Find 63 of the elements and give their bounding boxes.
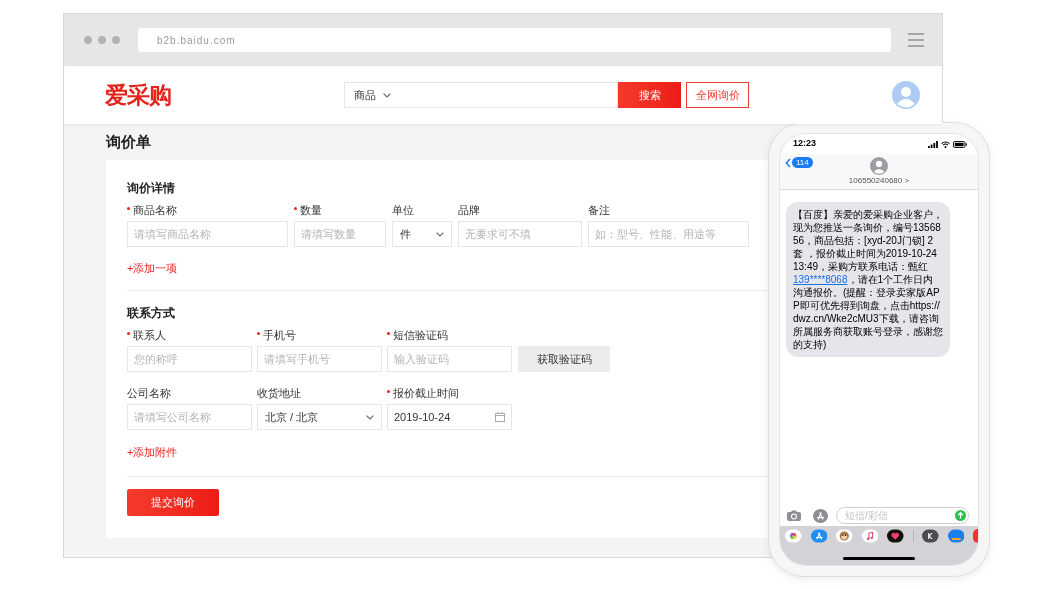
- add-link[interactable]: +添加一项: [127, 261, 178, 275]
- address-bar[interactable]: b2b.baidu.com: [138, 28, 891, 52]
- message-bubble: 【百度】亲爱的爱采购企业客户，现为您推送一条询价，编号1356856，商品包括：[xyd-20J门锁] 2套 ，报价截止时间为2019-10-24 13:49，采购方联系电话：甄红 139****8068，请在1个工作日内沟通报价。(提醒：登录卖家版APP即可优先得到询盘，点击https://dwz.cn/Wke2cMU3下载，请咨询所属服务商获取账号登录，感谢您的支持): [786, 202, 950, 357]
- category-dropdown[interactable]: 商品: [354, 86, 391, 104]
- chevron-down-icon: [366, 414, 374, 420]
- text-input[interactable]: 无要求可不填: [458, 221, 582, 247]
- page-title: 询价单: [106, 131, 151, 152]
- monkey-emoji-icon[interactable]: [836, 529, 853, 543]
- contact-avatar-icon: [870, 157, 888, 175]
- field-label: 联系人: [133, 328, 166, 343]
- status-time: 12:23: [793, 137, 817, 151]
- select-field[interactable]: 件: [392, 221, 452, 247]
- avatar-icon[interactable]: [892, 81, 920, 109]
- calendar-icon[interactable]: [495, 412, 505, 422]
- field-label: 短信验证码: [393, 328, 448, 343]
- back-button[interactable]: 114: [785, 157, 813, 168]
- section-title: 询价详情: [127, 180, 175, 196]
- field-label: 数量: [300, 203, 322, 218]
- inquiry-button[interactable]: 全网询价: [686, 82, 749, 108]
- field-label: 商品名称: [133, 203, 177, 218]
- phone-link[interactable]: 139****8068: [793, 274, 848, 285]
- send-icon[interactable]: [955, 510, 966, 521]
- menu-icon[interactable]: [908, 33, 924, 47]
- search-button[interactable]: 搜索: [618, 82, 681, 108]
- date-field[interactable]: 2019-10-24: [387, 404, 512, 430]
- field-label: 收货地址: [257, 386, 301, 401]
- app-store-icon[interactable]: [813, 508, 828, 523]
- app-icon[interactable]: [973, 529, 978, 543]
- camera-icon[interactable]: [787, 510, 801, 521]
- back-chevron-icon: [785, 157, 791, 168]
- text-input[interactable]: 请填写公司名称: [127, 404, 252, 430]
- sender-number[interactable]: 106550240680 >: [848, 176, 910, 186]
- field-label: 报价截止时间: [393, 386, 459, 401]
- home-indicator: [843, 557, 915, 560]
- select-field[interactable]: 北京 / 北京: [257, 404, 382, 430]
- submit-button[interactable]: 提交询价: [127, 489, 219, 516]
- search-field[interactable]: 商品: [344, 82, 618, 108]
- app-icon[interactable]: [947, 529, 965, 543]
- unread-count-badge: 114: [792, 157, 813, 168]
- k-mark-icon[interactable]: [922, 529, 939, 543]
- text-input[interactable]: 请填写商品名称: [127, 221, 288, 247]
- photos-icon[interactable]: [785, 529, 802, 543]
- battery-icon: [953, 140, 967, 148]
- chevron-down-icon: [383, 92, 391, 98]
- text-input[interactable]: 请填写数量: [294, 221, 386, 247]
- section-title: 联系方式: [127, 305, 175, 321]
- add-link[interactable]: +添加附件: [127, 445, 178, 459]
- field-label: 手机号: [263, 328, 296, 343]
- text-input[interactable]: 您的称呼: [127, 346, 252, 372]
- text-input[interactable]: 输入验证码: [387, 346, 512, 372]
- signal-icon: [928, 140, 938, 148]
- music-note-icon[interactable]: [861, 529, 878, 543]
- text-input[interactable]: 请填写手机号: [257, 346, 382, 372]
- wifi-icon: [941, 140, 950, 148]
- field-label: 单位: [392, 203, 414, 218]
- chevron-down-icon: [436, 231, 444, 237]
- field-label: 品牌: [458, 203, 480, 218]
- get-code-button[interactable]: 获取验证码: [518, 346, 610, 372]
- field-label: 备注: [588, 203, 610, 218]
- logo[interactable]: 爱采购: [105, 83, 171, 107]
- field-label: 公司名称: [127, 386, 171, 401]
- text-input[interactable]: 如：型号、性能、用途等: [588, 221, 749, 247]
- app-store-icon[interactable]: [810, 529, 827, 543]
